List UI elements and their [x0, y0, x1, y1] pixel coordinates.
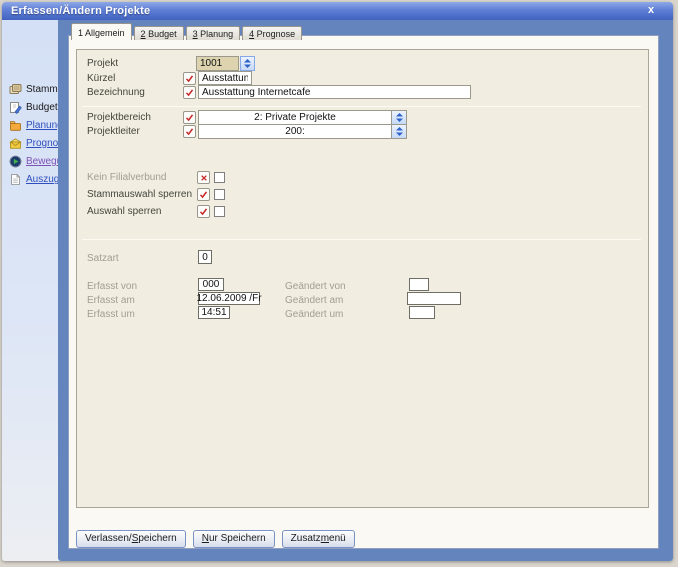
main-frame: 1 Allgemein 2 Budget 3 Planung 4 Prognos…	[58, 20, 673, 561]
satzart-label: Satzart	[87, 253, 119, 264]
kuerzel-input[interactable]	[198, 71, 252, 85]
button-label: ur Speichern	[209, 533, 266, 544]
spinner-arrows-icon	[396, 113, 403, 122]
projektbereich-spinner[interactable]	[391, 111, 406, 124]
geaendert-um-label: Geändert um	[285, 309, 343, 320]
tab-planung[interactable]: 3 Planung	[186, 26, 241, 40]
tab-allgemein[interactable]: 1 Allgemein	[71, 23, 132, 40]
window-title: Erfassen/Ändern Projekte	[2, 5, 150, 17]
erfasst-von-value: 000	[198, 278, 224, 291]
kein-filialverbund-validate-button[interactable]	[197, 171, 210, 184]
auszug-icon	[9, 173, 22, 186]
button-label: enü	[329, 533, 346, 544]
button-label: peichern	[138, 533, 176, 544]
erfasst-um-label: Erfasst um	[87, 309, 135, 320]
sidebar: Stammblatt Budget Planung Prognose Beweg…	[2, 20, 58, 561]
bezeichnung-validate-button[interactable]	[183, 86, 196, 99]
sidebar-item-planung[interactable]: Planung	[9, 119, 63, 132]
button-row: Verlassen/Speichern Nur Speichern Zusatz…	[76, 530, 355, 548]
projektleiter-select[interactable]: 200:	[198, 124, 407, 139]
geaendert-von-value	[409, 278, 429, 291]
check-icon	[185, 88, 194, 97]
tab-label: Allgemein	[83, 28, 125, 38]
close-button[interactable]: x	[643, 3, 659, 18]
sidebar-item-label: Budget	[26, 102, 58, 113]
geaendert-um-value	[409, 306, 435, 319]
sidebar-item-label: Auszug	[26, 174, 59, 185]
close-icon: x	[648, 4, 654, 16]
projektleiter-validate-button[interactable]	[183, 125, 196, 138]
check-icon	[199, 207, 208, 216]
erfasst-am-value: 12.06.2009 /Fr	[198, 292, 260, 305]
sidebar-item-auszug[interactable]: Auszug	[9, 173, 59, 186]
auswahl-sperren-label: Auswahl sperren	[87, 206, 161, 217]
check-icon	[185, 74, 194, 83]
bezeichnung-label: Bezeichnung	[87, 87, 145, 98]
check-icon	[199, 190, 208, 199]
erfasst-am-label: Erfasst am	[87, 295, 135, 306]
tab-label: Prognose	[254, 29, 295, 39]
geaendert-am-value	[407, 292, 461, 305]
zusatzmenu-button[interactable]: Zusatzmenü	[282, 530, 355, 548]
spinner-arrows-icon	[244, 59, 251, 68]
window-body: Stammblatt Budget Planung Prognose Beweg…	[2, 20, 673, 561]
app-window: Erfassen/Ändern Projekte x Stammblatt Bu…	[2, 2, 673, 561]
button-mnemonic: N	[202, 533, 209, 544]
button-label: Verlassen/	[85, 533, 132, 544]
tab-label: Budget	[146, 29, 177, 39]
verlassen-speichern-button[interactable]: Verlassen/Speichern	[76, 530, 186, 548]
stammauswahl-sperren-checkbox[interactable]	[214, 189, 225, 200]
auswahl-sperren-validate-button[interactable]	[197, 205, 210, 218]
geaendert-am-label: Geändert am	[285, 295, 343, 306]
kuerzel-label: Kürzel	[87, 73, 115, 84]
button-mnemonic: m	[321, 533, 329, 544]
desktop-background: Erfassen/Ändern Projekte x Stammblatt Bu…	[0, 0, 678, 567]
nur-speichern-button[interactable]: Nur Speichern	[193, 530, 275, 548]
kein-filialverbund-checkbox[interactable]	[214, 172, 225, 183]
separator	[82, 106, 641, 107]
satzart-value: 0	[198, 250, 212, 264]
button-label: Zusatz	[291, 533, 321, 544]
kein-filialverbund-label: Kein Filialverbund	[87, 172, 167, 183]
prognose-icon	[9, 137, 22, 150]
erfasst-von-label: Erfasst von	[87, 281, 137, 292]
form-panel: Projekt Kürzel	[76, 49, 649, 508]
tab-label: Planung	[198, 29, 234, 39]
stammauswahl-sperren-label: Stammauswahl sperren	[87, 189, 192, 200]
projektleiter-spinner[interactable]	[391, 125, 406, 138]
tab-prognose[interactable]: 4 Prognose	[242, 26, 302, 40]
auswahl-sperren-checkbox[interactable]	[214, 206, 225, 217]
geaendert-von-label: Geändert von	[285, 281, 346, 292]
projekt-input[interactable]	[196, 56, 239, 71]
titlebar: Erfassen/Ändern Projekte x	[2, 2, 673, 20]
bewegung-icon	[9, 155, 22, 168]
kuerzel-validate-button[interactable]	[183, 72, 196, 85]
sidebar-item-budget[interactable]: Budget	[9, 101, 58, 114]
projektleiter-value: 200:	[199, 125, 391, 138]
stammauswahl-sperren-validate-button[interactable]	[197, 188, 210, 201]
projekt-label: Projekt	[87, 58, 118, 69]
check-icon	[185, 113, 194, 122]
tab-budget[interactable]: 2 Budget	[134, 26, 184, 40]
invalid-x-icon	[200, 174, 208, 182]
planung-icon	[9, 119, 22, 132]
spinner-arrows-icon	[396, 127, 403, 136]
separator	[82, 239, 641, 240]
projektbereich-label: Projektbereich	[87, 112, 151, 123]
budget-icon	[9, 101, 22, 114]
projekt-spinner[interactable]	[240, 56, 255, 71]
stammblatt-icon	[9, 83, 22, 96]
projektbereich-validate-button[interactable]	[183, 111, 196, 124]
check-icon	[185, 127, 194, 136]
bezeichnung-input[interactable]	[198, 85, 471, 99]
projektbereich-value: 2: Private Projekte	[199, 111, 391, 124]
tab-content-allgemein: Projekt Kürzel	[68, 35, 659, 549]
erfasst-um-value: 14:51	[198, 306, 230, 319]
tab-strip: 1 Allgemein 2 Budget 3 Planung 4 Prognos…	[71, 22, 304, 40]
projektleiter-label: Projektleiter	[87, 126, 140, 137]
projektbereich-select[interactable]: 2: Private Projekte	[198, 110, 407, 125]
